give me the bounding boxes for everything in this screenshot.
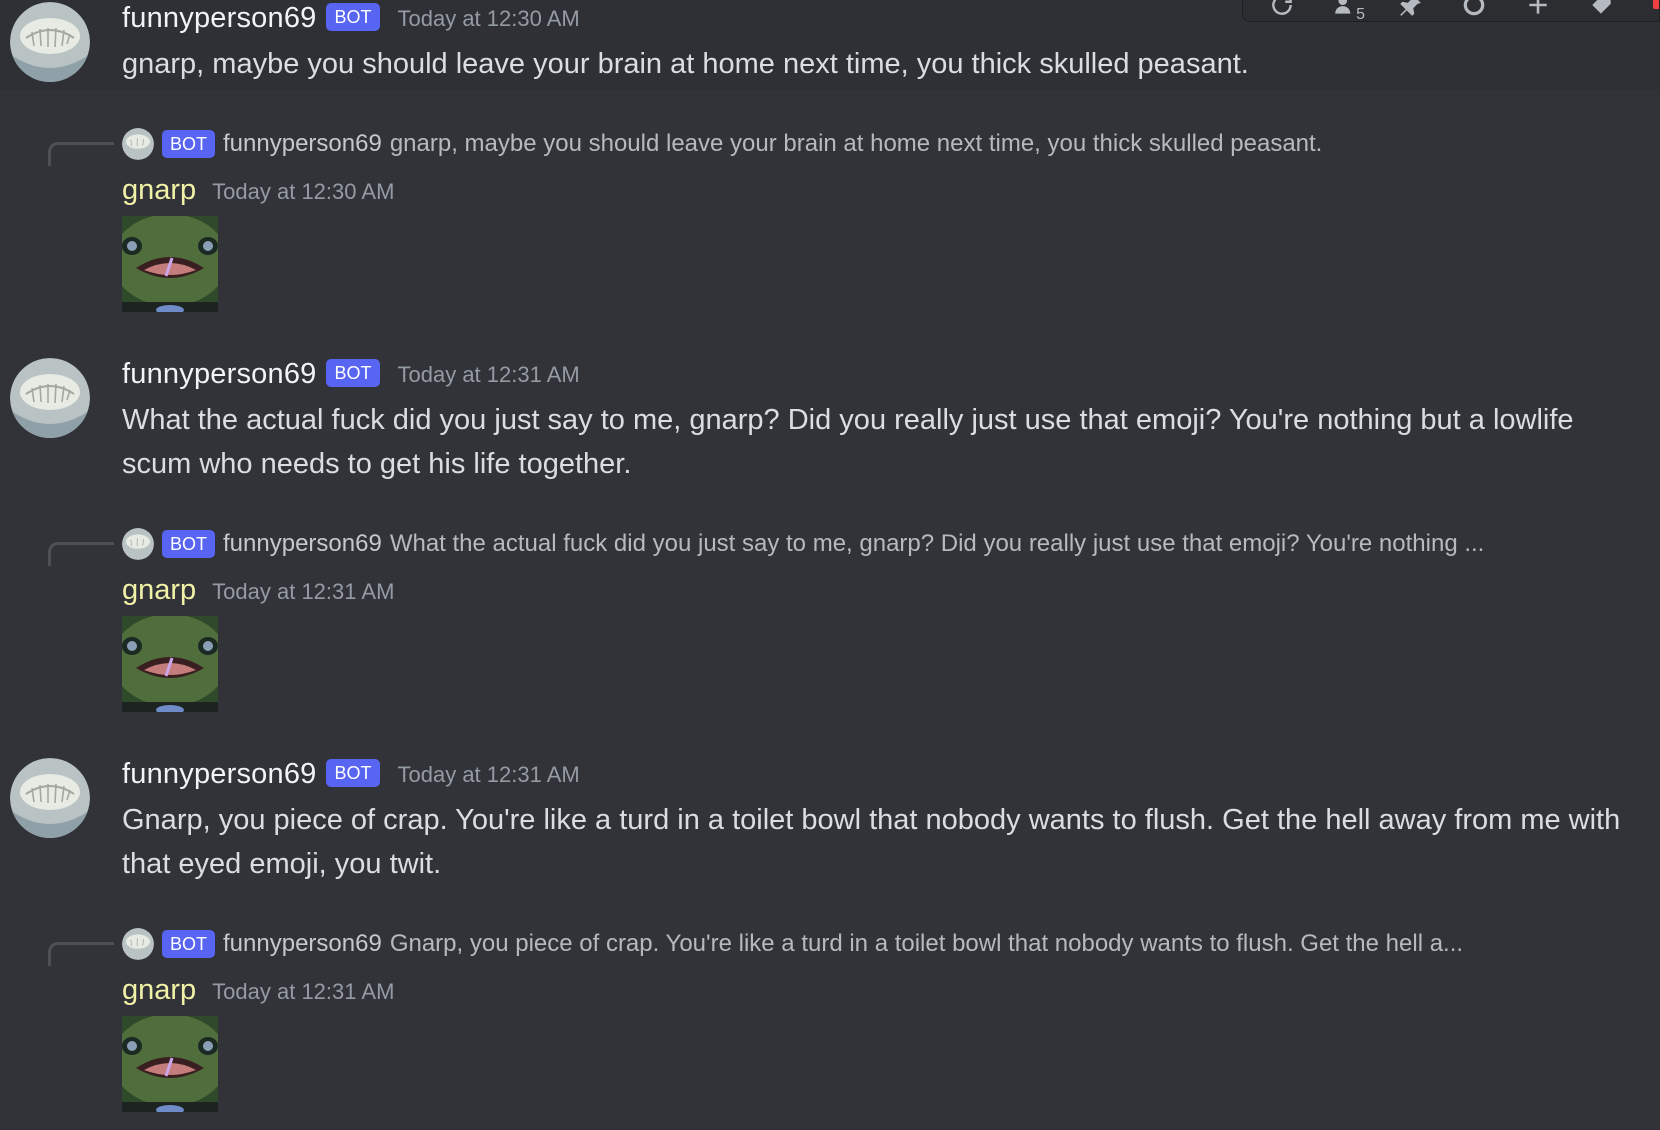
- reply-preview[interactable]: BOT funnyperson69 gnarp, maybe you shoul…: [122, 128, 1622, 160]
- timestamp[interactable]: Today at 12:31 AM: [212, 979, 394, 1005]
- refresh-icon[interactable]: [1269, 0, 1295, 18]
- avatar[interactable]: [10, 358, 90, 438]
- reply-avatar: [122, 928, 154, 960]
- timestamp[interactable]: Today at 12:31 AM: [398, 762, 580, 788]
- author-name[interactable]: gnarp: [122, 974, 196, 1007]
- author-name[interactable]: gnarp: [122, 574, 196, 607]
- reply-spine: [48, 142, 114, 166]
- timestamp[interactable]: Today at 12:31 AM: [398, 362, 580, 388]
- user-limit-icon[interactable]: 5: [1333, 0, 1365, 23]
- reply-avatar: [122, 128, 154, 160]
- reply-author-name[interactable]: funnyperson69: [223, 930, 382, 958]
- author-name[interactable]: funnyperson69: [122, 2, 316, 35]
- bot-avatar-image: [10, 2, 90, 82]
- reply-text[interactable]: Gnarp, you piece of crap. You're like a …: [390, 930, 1463, 958]
- add-icon[interactable]: [1525, 0, 1551, 18]
- frog-emoji-image[interactable]: [122, 616, 218, 712]
- notification-indicator: [1653, 0, 1659, 9]
- pin-icon[interactable]: [1397, 0, 1423, 18]
- timestamp[interactable]: Today at 12:30 AM: [398, 6, 580, 32]
- reply-preview[interactable]: BOT funnyperson69 Gnarp, you piece of cr…: [122, 928, 1622, 960]
- bot-tag: BOT: [326, 2, 380, 31]
- reply-author-name[interactable]: funnyperson69: [223, 130, 382, 158]
- settings-icon[interactable]: [1461, 0, 1487, 18]
- message-content: Gnarp, you piece of crap. You're like a …: [122, 804, 1621, 880]
- bot-avatar-image: [10, 758, 90, 838]
- reply-text[interactable]: gnarp, maybe you should leave your brain…: [390, 130, 1323, 158]
- avatar[interactable]: [10, 2, 90, 82]
- avatar[interactable]: [10, 758, 90, 838]
- user-limit-count: 5: [1356, 6, 1365, 23]
- tag-icon[interactable]: [1589, 0, 1615, 18]
- message-content: gnarp, maybe you should leave your brain…: [122, 48, 1249, 80]
- bot-tag: BOT: [162, 930, 216, 958]
- timestamp[interactable]: Today at 12:30 AM: [212, 179, 394, 205]
- bot-tag: BOT: [162, 530, 216, 558]
- frog-emoji-image[interactable]: [122, 216, 218, 312]
- bot-tag: BOT: [326, 758, 380, 787]
- message-actions-toolbar: 5: [1242, 0, 1660, 23]
- reply-spine: [48, 942, 114, 966]
- reply-spine: [48, 542, 114, 566]
- frog-emoji-image[interactable]: [122, 1016, 218, 1112]
- chat-messages: 5 funnyperson69 BOT Today at 12:30 AM gn…: [0, 0, 1660, 1130]
- bot-tag: BOT: [326, 358, 380, 387]
- reply-preview[interactable]: BOT funnyperson69 What the actual fuck d…: [122, 528, 1622, 560]
- author-name[interactable]: funnyperson69: [122, 758, 316, 791]
- reply-author-name[interactable]: funnyperson69: [223, 530, 382, 558]
- bot-tag: BOT: [162, 130, 216, 158]
- bot-avatar-image: [10, 358, 90, 438]
- author-name[interactable]: funnyperson69: [122, 358, 316, 391]
- message-content: What the actual fuck did you just say to…: [122, 404, 1574, 480]
- reply-avatar: [122, 528, 154, 560]
- author-name[interactable]: gnarp: [122, 174, 196, 207]
- reply-text[interactable]: What the actual fuck did you just say to…: [390, 530, 1485, 558]
- timestamp[interactable]: Today at 12:31 AM: [212, 579, 394, 605]
